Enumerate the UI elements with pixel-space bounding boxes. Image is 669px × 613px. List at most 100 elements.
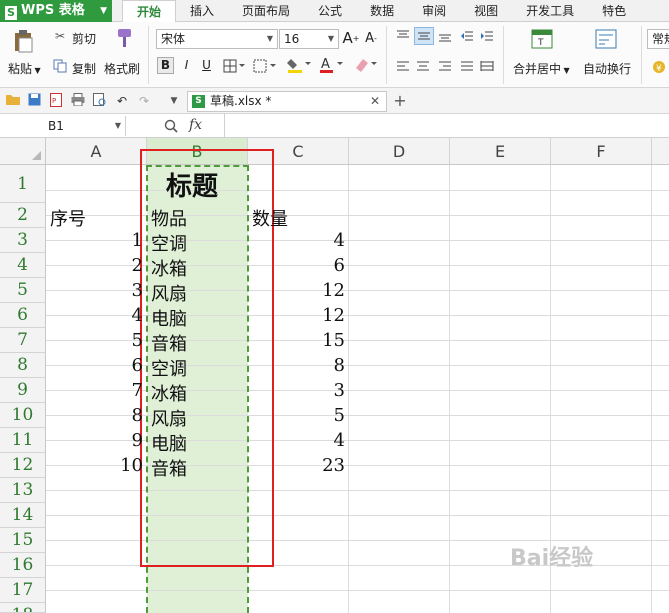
cell-a12[interactable]: 10 <box>48 455 143 476</box>
row-header-9[interactable]: 9 <box>0 378 46 403</box>
row-header-10[interactable]: 10 <box>0 403 46 428</box>
cell-b5[interactable]: 风扇 <box>151 280 187 306</box>
currency-icon[interactable]: ¥ <box>650 58 668 76</box>
cell-c9[interactable]: 3 <box>250 380 345 401</box>
open-folder-icon[interactable] <box>5 93 21 109</box>
cell-c2[interactable]: 数量 <box>252 205 288 231</box>
wrap-text-button[interactable]: 自动换行 <box>583 60 631 77</box>
tab-developer[interactable]: 开发工具 <box>512 0 588 22</box>
save-icon[interactable] <box>26 93 42 109</box>
row-header-2[interactable]: 2 <box>0 203 46 228</box>
cell-a6[interactable]: 4 <box>48 305 143 326</box>
paste-button[interactable]: 粘贴 ▼ <box>8 60 41 77</box>
cell-b11[interactable]: 电脑 <box>151 430 187 456</box>
font-size-select[interactable]: 16 ▼ <box>279 29 339 49</box>
close-icon[interactable]: ✕ <box>370 92 380 111</box>
cell-b4[interactable]: 冰箱 <box>151 255 187 281</box>
cell-b10[interactable]: 风扇 <box>151 405 187 431</box>
cut-button[interactable]: 剪切 <box>72 30 96 47</box>
bold-button[interactable]: B <box>157 57 174 74</box>
cell-a10[interactable]: 8 <box>48 405 143 426</box>
italic-button[interactable]: I <box>178 57 195 74</box>
cell-a9[interactable]: 7 <box>48 380 143 401</box>
app-menu-button[interactable]: S WPS 表格 ▼ <box>0 0 112 22</box>
cell-b3[interactable]: 空调 <box>151 230 187 256</box>
formula-input[interactable] <box>224 114 669 137</box>
row-header-5[interactable]: 5 <box>0 278 46 303</box>
row-header-17[interactable]: 17 <box>0 578 46 603</box>
cell-b9[interactable]: 冰箱 <box>151 380 187 406</box>
row-header-12[interactable]: 12 <box>0 453 46 478</box>
row-header-4[interactable]: 4 <box>0 253 46 278</box>
indent-increase-icon[interactable] <box>478 28 496 44</box>
tab-view[interactable]: 视图 <box>460 0 512 22</box>
cell-a3[interactable]: 1 <box>48 230 143 251</box>
cell-c6[interactable]: 12 <box>250 305 345 326</box>
tab-data[interactable]: 数据 <box>356 0 408 22</box>
row-header-7[interactable]: 7 <box>0 328 46 353</box>
row-header-6[interactable]: 6 <box>0 303 46 328</box>
indent-decrease-icon[interactable] <box>458 28 476 44</box>
redo-icon[interactable]: ↷ <box>136 93 152 109</box>
row-header-18[interactable]: 18 <box>0 603 46 613</box>
number-format-select[interactable]: 常规 <box>647 29 669 49</box>
row-header-16[interactable]: 16 <box>0 553 46 578</box>
cell-b7[interactable]: 音箱 <box>151 330 187 356</box>
cell-b8[interactable]: 空调 <box>151 355 187 381</box>
align-center-icon[interactable] <box>414 58 432 74</box>
cell-style-icon[interactable] <box>252 57 280 74</box>
print-preview-icon[interactable] <box>92 93 108 109</box>
row-header-1[interactable]: 1 <box>0 165 46 203</box>
font-color-icon[interactable]: A <box>318 55 346 75</box>
align-middle-icon[interactable] <box>414 27 434 45</box>
tab-special[interactable]: 特色 <box>588 0 640 22</box>
merge-center-button[interactable]: 合并居中 ▼ <box>513 60 570 77</box>
row-header-14[interactable]: 14 <box>0 503 46 528</box>
increase-font-icon[interactable]: A + <box>342 28 360 48</box>
align-top-icon[interactable] <box>394 28 412 44</box>
export-pdf-icon[interactable]: P <box>48 93 64 109</box>
column-header-f[interactable]: F <box>551 138 652 165</box>
customize-dropdown-icon[interactable]: ▼ <box>166 93 182 109</box>
insert-function-button[interactable]: fx <box>189 117 202 133</box>
row-header-3[interactable]: 3 <box>0 228 46 253</box>
tab-review[interactable]: 审阅 <box>408 0 460 22</box>
cell-b2[interactable]: 物品 <box>151 205 187 231</box>
clear-format-icon[interactable] <box>352 55 380 75</box>
column-header-e[interactable]: E <box>450 138 551 165</box>
cell-c8[interactable]: 8 <box>250 355 345 376</box>
cell-a5[interactable]: 3 <box>48 280 143 301</box>
cell-a11[interactable]: 9 <box>48 430 143 451</box>
borders-icon[interactable] <box>222 57 246 74</box>
cell-b1-title[interactable]: 标题 <box>166 166 218 203</box>
underline-button[interactable]: U <box>198 57 215 74</box>
column-header-d[interactable]: D <box>349 138 450 165</box>
print-icon[interactable] <box>70 93 86 109</box>
justify-icon[interactable] <box>458 58 476 74</box>
cell-a2[interactable]: 序号 <box>50 205 86 231</box>
distributed-icon[interactable] <box>478 58 496 74</box>
row-header-11[interactable]: 11 <box>0 428 46 453</box>
copy-button[interactable]: 复制 <box>72 60 96 77</box>
align-left-icon[interactable] <box>394 58 412 74</box>
select-all-button[interactable] <box>0 138 46 165</box>
cell-b12[interactable]: 音箱 <box>151 455 187 481</box>
decrease-font-icon[interactable]: A- <box>362 28 380 48</box>
column-header-g[interactable] <box>652 138 669 165</box>
column-header-a[interactable]: A <box>46 138 147 165</box>
cell-c3[interactable]: 4 <box>250 230 345 251</box>
tab-insert[interactable]: 插入 <box>176 0 228 22</box>
cell-a8[interactable]: 6 <box>48 355 143 376</box>
format-painter-button[interactable]: 格式刷 <box>104 60 140 77</box>
zoom-search-icon[interactable] <box>163 118 179 134</box>
undo-icon[interactable]: ↶ <box>114 93 130 109</box>
cell-c11[interactable]: 4 <box>250 430 345 451</box>
cell-c4[interactable]: 6 <box>250 255 345 276</box>
row-header-15[interactable]: 15 <box>0 528 46 553</box>
paste-icon[interactable] <box>10 28 36 54</box>
cell-c12[interactable]: 23 <box>250 455 345 476</box>
new-tab-icon[interactable]: + <box>392 93 408 109</box>
cell-b6[interactable]: 电脑 <box>151 305 187 331</box>
tab-formulas[interactable]: 公式 <box>304 0 356 22</box>
cell-a7[interactable]: 5 <box>48 330 143 351</box>
